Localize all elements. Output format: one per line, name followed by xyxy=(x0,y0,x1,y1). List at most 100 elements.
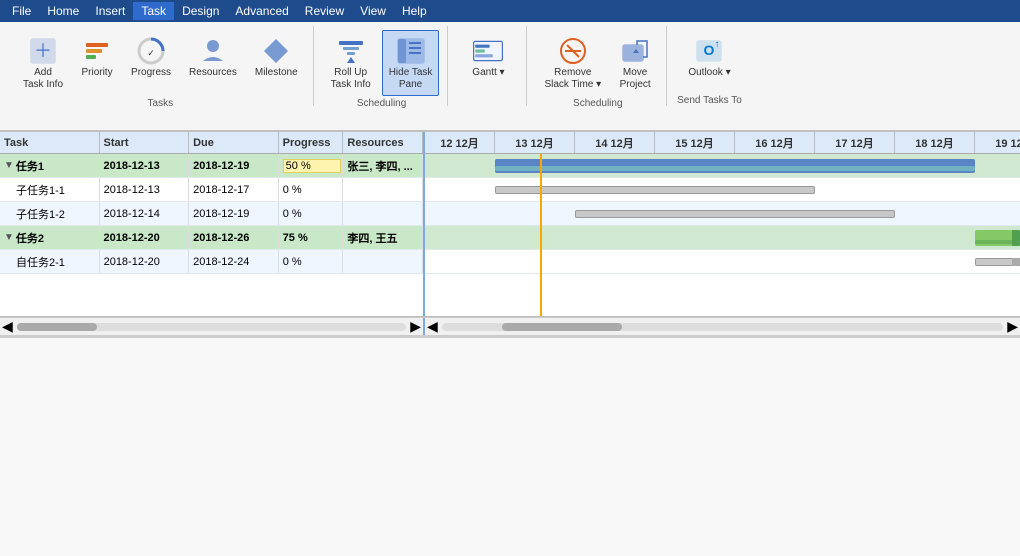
roll-up-icon xyxy=(335,35,367,67)
svg-text:＋: ＋ xyxy=(34,41,52,61)
task-progress-5: 0 % xyxy=(279,250,344,273)
progress-input-1[interactable] xyxy=(283,159,341,173)
resources-icon xyxy=(197,35,229,67)
collapse-arrow-4[interactable]: ▼ xyxy=(4,232,14,243)
roll-up-label: Roll UpTask Info xyxy=(331,67,371,91)
gantt-body xyxy=(425,154,1020,316)
menu-bar: File Home Insert Task Design Advanced Re… xyxy=(0,0,1020,22)
menu-view[interactable]: View xyxy=(352,2,394,20)
task-grid: Task Start Due Progress Resources ▼ 任务1 … xyxy=(0,132,425,316)
gantt-row-2 xyxy=(425,178,1020,202)
task-start-3: 2018-12-14 xyxy=(100,202,190,225)
task-due-2: 2018-12-17 xyxy=(189,178,279,201)
table-row: 子任务1-2 2018-12-14 2018-12-19 0 % xyxy=(0,202,423,226)
roll-up-button[interactable]: Roll UpTask Info xyxy=(324,30,378,96)
today-line xyxy=(540,154,542,316)
outlook-button[interactable]: O↑ Outlook ▾ xyxy=(681,30,737,84)
gantt-scroll-thumb[interactable] xyxy=(502,323,622,331)
hide-task-pane-label: Hide TaskPane xyxy=(389,67,433,91)
priority-icon xyxy=(81,35,113,67)
menu-review[interactable]: Review xyxy=(297,2,352,20)
collapse-arrow-1[interactable]: ▼ xyxy=(4,160,14,171)
task-progress-1[interactable] xyxy=(279,154,344,177)
hide-task-pane-button[interactable]: Hide TaskPane xyxy=(382,30,440,96)
task-name-4: ▼ 任务2 xyxy=(0,226,100,249)
menu-design[interactable]: Design xyxy=(174,2,227,20)
ribbon-group-scheduling1: Roll UpTask Info Hide TaskPane Schedulin… xyxy=(316,26,449,106)
add-task-info-icon: ＋ xyxy=(27,35,59,67)
gantt-col-1612: 16 12月 xyxy=(735,132,815,153)
task-due-3: 2018-12-19 xyxy=(189,202,279,225)
outlook-group-label: Send Tasks To xyxy=(677,95,742,106)
gantt-row-5 xyxy=(425,250,1020,274)
add-task-info-button[interactable]: ＋ AddTask Info xyxy=(16,30,70,96)
task-name-2: 子任务1-1 xyxy=(0,178,100,201)
menu-help[interactable]: Help xyxy=(394,2,435,20)
gantt-col-1512: 15 12月 xyxy=(655,132,735,153)
scheduling2-group-label: Scheduling xyxy=(573,98,622,109)
gantt-col-1912: 19 12月 xyxy=(975,132,1020,153)
remove-slack-label: RemoveSlack Time ▾ xyxy=(544,67,601,91)
gantt-row-4 xyxy=(425,226,1020,250)
gantt-button[interactable]: Gantt ▾ xyxy=(458,30,518,84)
col-header-resources: Resources xyxy=(343,132,423,153)
task-start-5: 2018-12-20 xyxy=(100,250,190,273)
scroll-left-btn[interactable]: ◀ xyxy=(2,318,13,335)
col-header-start: Start xyxy=(100,132,190,153)
task-resources-3 xyxy=(343,202,423,225)
scroll-right-btn[interactable]: ▶ xyxy=(410,318,421,335)
gantt-label: Gantt ▾ xyxy=(472,67,504,79)
remove-slack-icon xyxy=(557,35,589,67)
gantt-icon xyxy=(472,35,504,67)
resources-button[interactable]: Resources xyxy=(182,30,244,84)
hide-task-pane-icon xyxy=(395,35,427,67)
scheduling1-group-label: Scheduling xyxy=(357,98,406,109)
menu-home[interactable]: Home xyxy=(39,2,87,20)
mindmap: XXX项目计划 i 任务1 12-13 - 12-19 : 5 workday(… xyxy=(0,338,1020,556)
gantt-row-3 xyxy=(425,202,1020,226)
gantt-col-1312: 13 12月 xyxy=(495,132,575,153)
col-header-progress: Progress xyxy=(279,132,344,153)
task-due-5: 2018-12-24 xyxy=(189,250,279,273)
col-header-due: Due xyxy=(189,132,279,153)
task-progress-3: 0 % xyxy=(279,202,344,225)
gantt-col-1712: 17 12月 xyxy=(815,132,895,153)
task-resources-1: 张三, 李四, ... xyxy=(343,154,423,177)
gantt-bar-4-overflow xyxy=(1012,230,1020,246)
gantt-scroll-right[interactable]: ▶ xyxy=(1007,318,1018,335)
table-row: ▼ 任务1 2018-12-13 2018-12-19 张三, 李四, ... xyxy=(0,154,423,178)
menu-advanced[interactable]: Advanced xyxy=(227,2,296,20)
grid-hscrollbar[interactable] xyxy=(17,323,406,331)
menu-task[interactable]: Task xyxy=(133,2,174,20)
gantt-scroll-left[interactable]: ◀ xyxy=(427,318,438,335)
outlook-label: Outlook ▾ xyxy=(688,67,730,79)
task-due-4: 2018-12-26 xyxy=(189,226,279,249)
menu-insert[interactable]: Insert xyxy=(87,2,133,20)
gantt-col-1212: 12 12月 xyxy=(425,132,495,153)
move-project-label: MoveProject xyxy=(620,67,651,91)
gantt-hscrollbar[interactable] xyxy=(442,323,1003,331)
resources-label: Resources xyxy=(189,67,237,79)
task-start-2: 2018-12-13 xyxy=(100,178,190,201)
task-name-5: 自任务2-1 xyxy=(0,250,100,273)
ribbon-group-scheduling2: RemoveSlack Time ▾ MoveProject Schedulin… xyxy=(529,26,667,106)
milestone-button[interactable]: Milestone xyxy=(248,30,305,84)
milestone-label: Milestone xyxy=(255,67,298,79)
ribbon-group-outlook: O↑ Outlook ▾ Send Tasks To xyxy=(669,26,750,106)
grid-scroll[interactable]: ◀ ▶ xyxy=(0,318,425,336)
task-name-1: ▼ 任务1 xyxy=(0,154,100,177)
table-row: ▼ 任务2 2018-12-20 2018-12-26 75 % 李四, 王五 xyxy=(0,226,423,250)
remove-slack-button[interactable]: RemoveSlack Time ▾ xyxy=(537,30,608,96)
task-progress-2: 0 % xyxy=(279,178,344,201)
milestone-icon xyxy=(260,35,292,67)
move-project-button[interactable]: MoveProject xyxy=(612,30,658,96)
tasks-group-label: Tasks xyxy=(148,98,174,109)
mindmap-lines xyxy=(0,338,1020,556)
ribbon-group-gantt: Gantt ▾ xyxy=(450,26,527,106)
priority-button[interactable]: Priority xyxy=(74,30,120,84)
grid-scroll-thumb[interactable] xyxy=(17,323,97,331)
gantt-scroll[interactable]: ◀ ▶ xyxy=(425,318,1020,336)
menu-file[interactable]: File xyxy=(4,2,39,20)
add-task-info-label: AddTask Info xyxy=(23,67,63,91)
progress-button[interactable]: ✓ Progress xyxy=(124,30,178,84)
